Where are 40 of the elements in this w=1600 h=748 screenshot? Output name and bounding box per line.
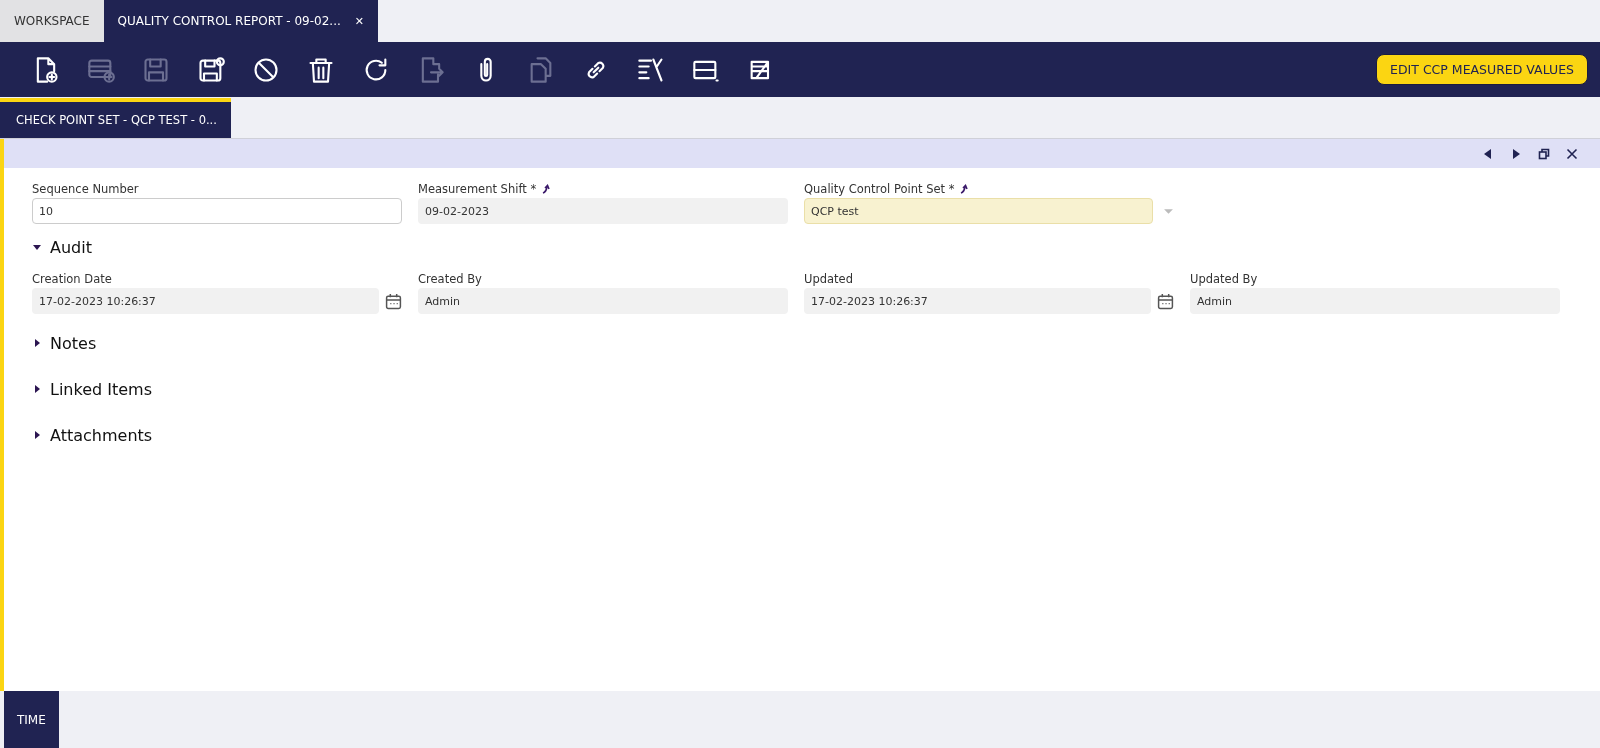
caret-icon bbox=[32, 384, 42, 394]
trash-icon[interactable] bbox=[307, 55, 335, 84]
caret-icon bbox=[32, 430, 42, 440]
tools-icon[interactable] bbox=[637, 55, 665, 84]
close-icon[interactable] bbox=[1566, 147, 1578, 160]
record-tab[interactable]: CHECK POINT SET - QCP TEST - 0... bbox=[0, 98, 231, 138]
field-label: Measurement Shift * bbox=[418, 182, 537, 196]
next-icon[interactable] bbox=[1510, 147, 1522, 160]
close-icon[interactable]: ✕ bbox=[354, 14, 364, 28]
date-field[interactable]: 17-02-2023 10:26:37 bbox=[32, 288, 379, 314]
arrow-icon[interactable] bbox=[959, 184, 970, 194]
input-field[interactable]: 10 bbox=[32, 198, 402, 224]
field-label: Updated bbox=[804, 272, 853, 286]
window-tab[interactable]: QUALITY CONTROL REPORT - 09-02... ✕ bbox=[103, 0, 378, 42]
section-header[interactable]: Linked Items bbox=[32, 366, 153, 412]
previous-icon[interactable] bbox=[1482, 147, 1494, 160]
save-close-icon[interactable] bbox=[197, 55, 225, 84]
combo-field[interactable]: QCP test bbox=[804, 198, 1153, 224]
caret-icon bbox=[32, 338, 42, 348]
readonly-field[interactable]: Admin bbox=[418, 288, 788, 314]
window-tab[interactable]: WORKSPACE bbox=[0, 0, 104, 42]
readonly-field[interactable]: Admin bbox=[1190, 288, 1560, 314]
field-label: Sequence Number bbox=[32, 182, 139, 196]
arrow-icon[interactable] bbox=[541, 184, 552, 194]
restore-icon[interactable] bbox=[1538, 147, 1550, 160]
caret-icon bbox=[32, 242, 42, 252]
field-label: Updated By bbox=[1190, 272, 1258, 286]
date-field[interactable]: 17-02-2023 10:26:37 bbox=[804, 288, 1151, 314]
field-label: Created By bbox=[418, 272, 482, 286]
section-header[interactable]: Attachments bbox=[32, 412, 153, 458]
section-header[interactable]: Audit bbox=[32, 224, 92, 270]
bottom-tab[interactable]: TIME bbox=[4, 691, 59, 748]
cancel-icon[interactable] bbox=[252, 55, 280, 84]
calendar-icon[interactable] bbox=[1157, 292, 1174, 310]
field-label: Quality Control Point Set * bbox=[804, 182, 955, 196]
field-label: Creation Date bbox=[32, 272, 112, 286]
readonly-field[interactable]: 09-02-2023 bbox=[418, 198, 788, 224]
calendar-icon[interactable] bbox=[385, 292, 402, 310]
edit-ccp-measured-values-button[interactable]: EDIT CCP MEASURED VALUES bbox=[1376, 54, 1588, 85]
section-header[interactable]: Notes bbox=[32, 320, 97, 366]
